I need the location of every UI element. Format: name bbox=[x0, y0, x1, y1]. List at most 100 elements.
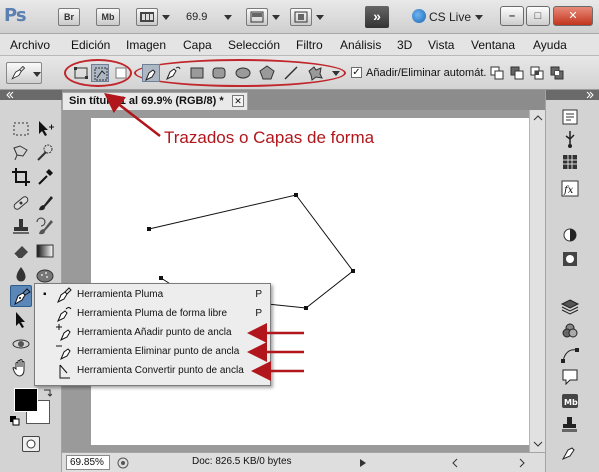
tool-eraser[interactable] bbox=[10, 240, 32, 262]
option-ellipse-tool[interactable] bbox=[234, 64, 252, 82]
option-freeform-pen-tool[interactable] bbox=[164, 64, 182, 82]
panel-history-button[interactable] bbox=[558, 106, 582, 128]
tool-3d-rotate[interactable] bbox=[10, 333, 32, 355]
anchor-point[interactable] bbox=[351, 269, 355, 273]
tools-panel-header[interactable] bbox=[0, 90, 62, 100]
launch-minibridge-button[interactable]: Mb bbox=[96, 8, 120, 26]
panel-clone-source-button[interactable] bbox=[558, 414, 582, 436]
option-pen-tool[interactable] bbox=[142, 64, 160, 82]
combine-intersect-button[interactable] bbox=[528, 64, 546, 82]
anchor-point[interactable] bbox=[159, 276, 163, 280]
flyout-item-add-anchor[interactable]: Herramienta Añadir punto de ancla bbox=[35, 324, 270, 342]
menu-item-filtro[interactable]: Filtro bbox=[296, 38, 323, 52]
chevron-down-icon[interactable] bbox=[475, 15, 483, 20]
zoom-level[interactable]: 69.9 bbox=[186, 9, 224, 25]
combine-exclude-button[interactable] bbox=[548, 64, 566, 82]
launch-bridge-button[interactable]: Br bbox=[58, 8, 80, 26]
tool-quick-selection[interactable] bbox=[34, 142, 56, 164]
panel-paths-button[interactable] bbox=[558, 344, 582, 366]
tool-history-brush[interactable] bbox=[34, 216, 56, 238]
canvas[interactable] bbox=[91, 118, 537, 445]
auto-add-delete-checkbox[interactable]: ✓ bbox=[351, 67, 362, 78]
flyout-item-pen[interactable]: ▪ Herramienta Pluma P bbox=[35, 286, 270, 304]
view-extras-button[interactable] bbox=[136, 8, 158, 26]
panel-styles-button[interactable]: fx bbox=[558, 178, 582, 200]
tool-eyedropper[interactable] bbox=[34, 166, 56, 188]
status-zoom-field[interactable]: 69.85% bbox=[66, 455, 110, 470]
panel-layers-button[interactable] bbox=[558, 296, 582, 318]
workspace-switcher-button[interactable]: » bbox=[365, 6, 389, 28]
panel-channels-button[interactable] bbox=[558, 320, 582, 342]
option-rounded-rectangle-tool[interactable] bbox=[210, 64, 228, 82]
scroll-right-icon[interactable] bbox=[517, 458, 527, 468]
menu-item-edicion[interactable]: Edición bbox=[71, 38, 110, 52]
tool-blur[interactable] bbox=[10, 264, 32, 286]
menu-item-ventana[interactable]: Ventana bbox=[471, 38, 515, 52]
menu-item-imagen[interactable]: Imagen bbox=[126, 38, 166, 52]
panel-actions-button[interactable] bbox=[558, 128, 582, 150]
menu-item-analisis[interactable]: Análisis bbox=[340, 38, 381, 52]
shape-layers-mode-button[interactable] bbox=[72, 64, 90, 82]
close-tab-button[interactable]: ✕ bbox=[232, 95, 244, 107]
swap-colors-icon[interactable] bbox=[42, 388, 52, 398]
panel-adjustments-button[interactable] bbox=[558, 224, 582, 246]
close-window-button[interactable]: ✕ bbox=[553, 6, 593, 26]
option-polygon-tool[interactable] bbox=[258, 64, 276, 82]
status-menu-arrow-icon[interactable] bbox=[358, 458, 368, 468]
scroll-down-icon[interactable] bbox=[531, 438, 545, 450]
minimize-button[interactable]: – bbox=[500, 6, 524, 26]
cs-live-button[interactable]: CS Live bbox=[412, 8, 471, 26]
tool-move[interactable] bbox=[34, 118, 56, 140]
flyout-item-convert-anchor[interactable]: Herramienta Convertir punto de ancla bbox=[35, 362, 270, 380]
chevron-down-icon[interactable] bbox=[332, 71, 340, 76]
tool-gradient[interactable] bbox=[34, 240, 56, 262]
menu-item-archivo[interactable]: Archivo bbox=[10, 38, 50, 52]
menu-item-capa[interactable]: Capa bbox=[183, 38, 212, 52]
tool-hand[interactable] bbox=[10, 357, 32, 379]
status-info-icon[interactable] bbox=[116, 456, 130, 470]
panel-tool-presets-button[interactable] bbox=[558, 442, 582, 464]
maximize-button[interactable]: □ bbox=[526, 6, 550, 26]
scroll-left-icon[interactable] bbox=[450, 458, 460, 468]
combine-subtract-button[interactable] bbox=[508, 64, 526, 82]
anchor-point[interactable] bbox=[304, 306, 308, 310]
tool-marquee[interactable] bbox=[10, 118, 32, 140]
tool-pen[interactable] bbox=[10, 285, 32, 307]
menu-item-vista[interactable]: Vista bbox=[428, 38, 454, 52]
chevron-down-icon[interactable] bbox=[162, 15, 170, 20]
chevron-down-icon[interactable] bbox=[224, 15, 232, 20]
option-rectangle-tool[interactable] bbox=[188, 64, 206, 82]
flyout-item-delete-anchor[interactable]: Herramienta Eliminar punto de ancla bbox=[35, 343, 270, 361]
chevron-down-icon[interactable] bbox=[316, 15, 324, 20]
combine-add-button[interactable] bbox=[488, 64, 506, 82]
tool-preset-picker[interactable] bbox=[6, 62, 42, 84]
option-custom-shape-tool[interactable] bbox=[306, 64, 324, 82]
tool-brush[interactable] bbox=[34, 192, 56, 214]
vertical-scrollbar[interactable] bbox=[529, 110, 545, 452]
tool-path-selection[interactable] bbox=[10, 309, 32, 331]
option-line-tool[interactable] bbox=[282, 64, 300, 82]
fill-pixels-mode-button[interactable] bbox=[112, 64, 130, 82]
tool-spot-healing[interactable] bbox=[10, 192, 32, 214]
default-colors-icon[interactable] bbox=[10, 416, 20, 426]
panel-swatches-button[interactable] bbox=[558, 152, 582, 174]
flyout-item-freeform-pen[interactable]: Herramienta Pluma de forma libre P bbox=[35, 305, 270, 323]
anchor-point[interactable] bbox=[147, 227, 151, 231]
document-tab[interactable]: Sin título-1 al 69.9% (RGB/8) * ✕ bbox=[62, 92, 248, 110]
tool-lasso[interactable] bbox=[10, 142, 32, 164]
screen-mode-button[interactable] bbox=[290, 8, 312, 26]
quick-mask-button[interactable] bbox=[22, 436, 40, 452]
tool-crop[interactable] bbox=[10, 166, 32, 188]
anchor-point[interactable] bbox=[294, 193, 298, 197]
scroll-up-icon[interactable] bbox=[531, 112, 545, 124]
menu-item-3d[interactable]: 3D bbox=[397, 38, 412, 52]
panel-minibridge-button[interactable]: Mb bbox=[558, 390, 582, 412]
chevron-down-icon[interactable] bbox=[272, 15, 280, 20]
right-dock-header[interactable] bbox=[546, 90, 599, 100]
paths-mode-button[interactable] bbox=[91, 64, 109, 82]
arrange-documents-button[interactable] bbox=[246, 8, 268, 26]
panel-notes-button[interactable] bbox=[558, 366, 582, 388]
panel-masks-button[interactable] bbox=[558, 248, 582, 270]
tool-clone-stamp[interactable] bbox=[10, 216, 32, 238]
menu-item-ayuda[interactable]: Ayuda bbox=[533, 38, 567, 52]
